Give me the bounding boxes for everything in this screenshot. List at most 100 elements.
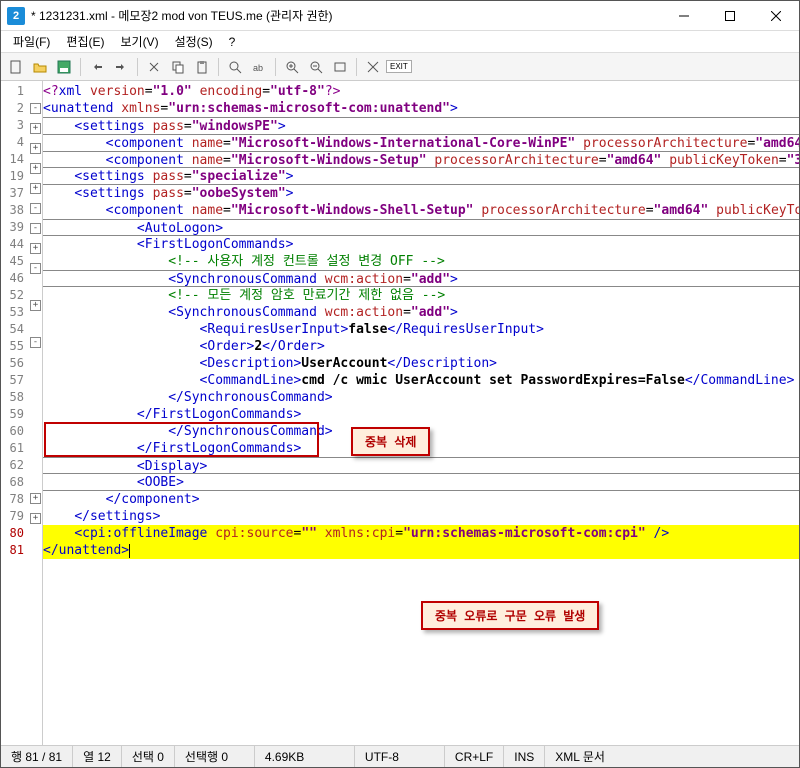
code-line[interactable]: <settings pass="specialize"> — [43, 168, 799, 185]
close-button[interactable] — [753, 1, 799, 31]
code-line[interactable]: <?xml version="1.0" encoding="utf-8"?> — [43, 83, 799, 100]
line-number[interactable]: 54 — [1, 321, 29, 338]
code-line[interactable]: </FirstLogonCommands> — [43, 406, 799, 423]
line-number[interactable]: 57 — [1, 372, 29, 389]
code-line[interactable]: <settings pass="oobeSystem"> — [43, 185, 799, 202]
editor-area[interactable]: 1234141937383944454652535455565758596061… — [1, 81, 799, 745]
find-button[interactable] — [224, 56, 246, 78]
code-line[interactable]: <unattend xmlns="urn:schemas-microsoft-c… — [43, 100, 799, 117]
line-number[interactable]: 60 — [1, 423, 29, 440]
line-number[interactable]: 58 — [1, 389, 29, 406]
status-eol[interactable]: CR+LF — [445, 746, 504, 767]
fold-expand-icon[interactable]: + — [30, 300, 41, 311]
menu-file[interactable]: 파일(F) — [5, 31, 58, 52]
line-number[interactable]: 80 — [1, 525, 29, 542]
fold-collapse-icon[interactable]: - — [30, 337, 41, 348]
exit-button[interactable]: EXIT — [386, 60, 412, 73]
code-line[interactable]: <!-- 모든 계정 암호 만료기간 제한 없음 --> — [43, 287, 799, 304]
line-number[interactable]: 55 — [1, 338, 29, 355]
code-line[interactable]: <CommandLine>cmd /c wmic UserAccount set… — [43, 372, 799, 389]
line-number[interactable]: 68 — [1, 474, 29, 491]
fold-expand-icon[interactable]: + — [30, 243, 41, 254]
line-number[interactable]: 81 — [1, 542, 29, 559]
line-number[interactable]: 1 — [1, 83, 29, 100]
line-number[interactable]: 78 — [1, 491, 29, 508]
menu-help[interactable]: ? — [221, 33, 244, 51]
close-doc-button[interactable] — [362, 56, 384, 78]
code-line[interactable]: <OOBE> — [43, 474, 799, 491]
line-number-gutter[interactable]: 1234141937383944454652535455565758596061… — [1, 81, 29, 745]
line-number[interactable]: 39 — [1, 219, 29, 236]
menu-edit[interactable]: 편집(E) — [58, 31, 112, 52]
code-line[interactable]: <cpi:offlineImage cpi:source="" xmlns:cp… — [43, 525, 799, 542]
line-number[interactable]: 38 — [1, 202, 29, 219]
line-number[interactable]: 56 — [1, 355, 29, 372]
fold-collapse-icon[interactable]: - — [30, 203, 41, 214]
fold-expand-icon[interactable]: + — [30, 183, 41, 194]
replace-button[interactable]: ab — [248, 56, 270, 78]
code-line[interactable]: </unattend> — [43, 542, 799, 559]
line-number[interactable]: 62 — [1, 457, 29, 474]
fold-expand-icon[interactable]: + — [30, 163, 41, 174]
line-number[interactable]: 37 — [1, 185, 29, 202]
code-line[interactable]: <component name="Microsoft-Windows-Shell… — [43, 202, 799, 219]
line-number[interactable]: 19 — [1, 168, 29, 185]
code-line[interactable]: <!-- 사용자 계정 컨트롤 설정 변경 OFF --> — [43, 253, 799, 270]
status-encoding[interactable]: UTF-8 — [355, 746, 445, 767]
code-line[interactable]: </settings> — [43, 508, 799, 525]
code-line[interactable]: </SynchronousCommand> — [43, 389, 799, 406]
copy-button[interactable] — [167, 56, 189, 78]
line-number[interactable]: 61 — [1, 440, 29, 457]
line-number[interactable]: 3 — [1, 117, 29, 134]
zoom-in-button[interactable] — [281, 56, 303, 78]
menu-settings[interactable]: 설정(S) — [167, 31, 221, 52]
code-line[interactable]: <settings pass="windowsPE"> — [43, 117, 799, 134]
save-button[interactable] — [53, 56, 75, 78]
zoom-out-button[interactable] — [305, 56, 327, 78]
code-line[interactable]: <SynchronousCommand wcm:action="add"> — [43, 270, 799, 287]
code-line[interactable]: <Description>UserAccount</Description> — [43, 355, 799, 372]
code-line[interactable]: <Display> — [43, 457, 799, 474]
code-line[interactable]: </component> — [43, 491, 799, 508]
fold-expand-icon[interactable]: + — [30, 143, 41, 154]
scheme-button[interactable] — [329, 56, 351, 78]
line-number[interactable]: 14 — [1, 151, 29, 168]
open-file-button[interactable] — [29, 56, 51, 78]
line-number[interactable]: 79 — [1, 508, 29, 525]
line-number[interactable]: 45 — [1, 253, 29, 270]
new-file-button[interactable] — [5, 56, 27, 78]
line-number[interactable]: 52 — [1, 287, 29, 304]
line-number[interactable]: 46 — [1, 270, 29, 287]
redo-button[interactable] — [110, 56, 132, 78]
fold-expand-icon[interactable]: + — [30, 513, 41, 524]
code-line[interactable]: <FirstLogonCommands> — [43, 236, 799, 253]
menu-view[interactable]: 보기(V) — [112, 31, 166, 52]
code-line[interactable]: <SynchronousCommand wcm:action="add"> — [43, 304, 799, 321]
fold-column[interactable]: - + + + + - - + - + - + + — [29, 81, 43, 745]
fold-collapse-icon[interactable]: - — [30, 223, 41, 234]
line-number[interactable]: 44 — [1, 236, 29, 253]
code-line[interactable]: <component name="Microsoft-Windows-Inter… — [43, 134, 799, 151]
line-number[interactable]: 59 — [1, 406, 29, 423]
code-line[interactable]: <AutoLogon> — [43, 219, 799, 236]
undo-button[interactable] — [86, 56, 108, 78]
folder-open-icon — [33, 60, 47, 74]
paste-button[interactable] — [191, 56, 213, 78]
fold-expand-icon[interactable]: + — [30, 123, 41, 134]
line-number[interactable]: 53 — [1, 304, 29, 321]
fold-collapse-icon[interactable]: - — [30, 263, 41, 274]
cut-button[interactable] — [143, 56, 165, 78]
separator — [80, 58, 81, 76]
minimize-button[interactable] — [661, 1, 707, 31]
status-insert-mode[interactable]: INS — [504, 746, 545, 767]
code-line[interactable]: <RequiresUserInput>false</RequiresUserIn… — [43, 321, 799, 338]
titlebar[interactable]: 2 * 1231231.xml - 메모장2 mod von TEUS.me (… — [1, 1, 799, 31]
fold-collapse-icon[interactable]: - — [30, 103, 41, 114]
fold-expand-icon[interactable]: + — [30, 493, 41, 504]
line-number[interactable]: 4 — [1, 134, 29, 151]
code-content[interactable]: <?xml version="1.0" encoding="utf-8"?><u… — [43, 81, 799, 745]
code-line[interactable]: <component name="Microsoft-Windows-Setup… — [43, 151, 799, 168]
line-number[interactable]: 2 — [1, 100, 29, 117]
maximize-button[interactable] — [707, 1, 753, 31]
code-line[interactable]: <Order>2</Order> — [43, 338, 799, 355]
